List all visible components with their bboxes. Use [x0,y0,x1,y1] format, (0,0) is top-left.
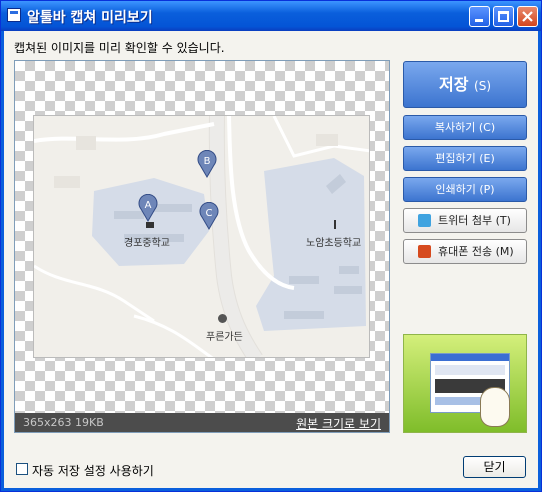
close-window-button[interactable] [517,6,538,27]
title-bar[interactable]: 알툴바 캡쳐 미리보기 [1,1,541,31]
save-shortcut: (S) [474,79,491,93]
window: 알툴바 캡쳐 미리보기 캡쳐된 이미지를 미리 확인할 수 있습니다. 경포중학… [0,0,542,492]
twitter-attach-button[interactable]: 트위터 첨부 (T) [403,208,527,233]
map-label-school2: 노암초등학교 [306,238,362,249]
save-button[interactable]: 저장 (S) [403,61,527,108]
svg-text:B: B [204,156,211,167]
auto-save-checkbox[interactable] [16,463,28,475]
image-size-info: 365x263 19KB [23,416,104,429]
window-title: 알툴바 캡쳐 미리보기 [27,10,153,26]
map-marker-b: B [197,149,217,178]
copy-button[interactable]: 복사하기 (C) [403,115,527,140]
map-marker-a: A [138,193,158,222]
maximize-button[interactable] [493,6,514,27]
image-preview: 경포중학교 노암초등학교 푸른가든 A B C 365x263 19KB 원본 … [14,60,390,433]
mobile-label: 휴대폰 전송 (M) [438,245,514,258]
preview-status-bar: 365x263 19KB 원본 크기로 보기 [15,413,389,432]
maximize-icon [498,11,509,22]
svg-text:A: A [145,200,152,211]
auto-save-label: 자동 저장 설정 사용하기 [32,464,154,478]
print-button[interactable]: 인쇄하기 (P) [403,177,527,202]
twitter-label: 트위터 첨부 (T) [438,214,511,227]
school-icon [146,222,154,228]
mobile-send-button[interactable]: 휴대폰 전송 (M) [403,239,527,264]
svg-text:C: C [206,208,213,219]
app-icon [7,8,21,22]
captured-map-image: 경포중학교 노암초등학교 푸른가든 A B C [33,115,370,358]
mobile-icon [418,245,431,258]
edit-button[interactable]: 편집하기 (E) [403,146,527,171]
flag-icon [334,220,343,229]
client-area: 캡쳐된 이미지를 미리 확인할 수 있습니다. 경포중학교 노암초등학교 푸른가… [4,31,538,488]
mascot-icon [480,387,510,427]
close-icon [522,11,533,22]
twitter-icon [418,214,431,227]
description-text: 캡쳐된 이미지를 미리 확인할 수 있습니다. [14,41,225,55]
map-label-place: 푸른가든 [206,332,243,343]
original-size-link[interactable]: 원본 크기로 보기 [296,415,381,432]
minimize-button[interactable] [469,6,490,27]
minimize-icon [475,19,483,22]
restaurant-icon [218,314,227,323]
promo-banner[interactable] [403,334,527,433]
map-marker-c: C [199,201,219,230]
map-label-school1: 경포중학교 [124,238,170,249]
save-label: 저장 [438,75,469,94]
close-button[interactable]: 닫기 [463,456,526,478]
